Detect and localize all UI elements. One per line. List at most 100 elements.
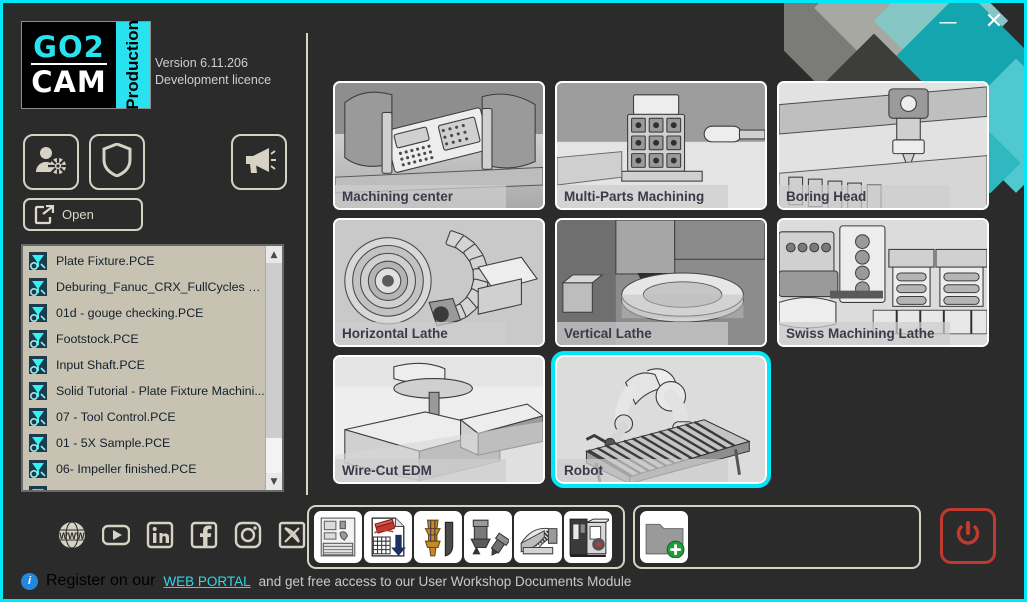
instagram-link[interactable] (234, 521, 262, 549)
version-info: Version 6.11.206 Development licence (155, 55, 271, 89)
shield-icon (102, 141, 132, 182)
machine-simulation-icon (569, 518, 609, 557)
footer-text-after: and get free access to our User Workshop… (258, 573, 632, 589)
exit-button[interactable] (940, 508, 996, 564)
file-list-item[interactable]: 06- Impeller finished.PCE (23, 456, 265, 482)
machine-tile-robot[interactable]: Robot (551, 351, 771, 488)
minimize-button[interactable]: — (930, 7, 966, 37)
tool-assembly-icon (470, 519, 509, 556)
logo-primary-text: GO2 (31, 30, 107, 65)
facebook-link[interactable] (190, 521, 218, 549)
file-list-item-label: Solid Tutorial - Plate Fixture Machini..… (56, 384, 265, 398)
file-list-item-label: 06- Impeller finished.PCE (56, 462, 197, 476)
file-list-item[interactable]: Plate Fixture.PCE (23, 248, 265, 274)
info-icon: i (21, 572, 38, 590)
linkedin-link[interactable] (146, 521, 174, 549)
x-logo-link[interactable] (278, 521, 306, 549)
machine-tile-label: Machining center (335, 185, 506, 208)
recent-files-scrollbar[interactable]: ▲ ▼ (265, 246, 282, 490)
licence-type: Development licence (155, 73, 272, 87)
footer-text-before: Register on our (46, 572, 156, 589)
file-list-item-label: 01 - 5X Sample.PCE (56, 436, 171, 450)
pce-file-icon (29, 460, 47, 479)
new-folder-icon (645, 523, 685, 558)
file-list-item[interactable]: 01 - 5X Sample.PCE (23, 430, 265, 456)
pce-file-icon (29, 278, 47, 297)
machine-tile-wire-cut-edm[interactable]: Wire-Cut EDM (333, 355, 545, 484)
machine-tile-label: Multi-Parts Machining (557, 185, 728, 208)
pce-file-icon (29, 382, 47, 401)
machine-cabinet-icon (320, 517, 356, 557)
close-button[interactable]: ✕ (976, 7, 1012, 37)
file-list-item[interactable] (23, 482, 265, 490)
open-folder-arrow-icon (34, 204, 54, 225)
linkedin-icon (146, 521, 174, 549)
file-list-item[interactable]: Solid Tutorial - Plate Fixture Machini..… (23, 378, 265, 404)
web-portal-link[interactable]: WEB PORTAL (163, 574, 250, 589)
file-list-item[interactable]: 01d - gouge checking.PCE (23, 300, 265, 326)
scroll-down-arrow[interactable]: ▼ (266, 473, 282, 490)
machine-tile-boring-head[interactable]: Boring Head (777, 81, 989, 210)
social-links-row: WWW (58, 521, 306, 549)
document-edit-button[interactable] (364, 511, 412, 563)
machine-tile-label: Robot (557, 459, 728, 482)
pce-file-icon (29, 408, 47, 427)
fixture-icon (520, 527, 559, 555)
pce-file-icon (29, 330, 47, 349)
machine-tile-multi-parts[interactable]: Multi-Parts Machining (555, 81, 767, 210)
file-list-item[interactable]: Deburing_Fanuc_CRX_FullCycles No ... (23, 274, 265, 300)
primary-toolbar (307, 505, 625, 569)
tool-assembly-button[interactable] (464, 511, 512, 563)
fixture-button[interactable] (514, 511, 562, 563)
file-list-item-label: 07 - Tool Control.PCE (56, 410, 176, 424)
pce-file-icon (29, 434, 47, 453)
file-list-item[interactable]: Input Shaft.PCE (23, 352, 265, 378)
recent-files-list[interactable]: Plate Fixture.PCE Deburing_Fanuc_CRX_Ful… (21, 244, 284, 492)
app-logo: GO2 CAM Production (21, 20, 151, 110)
machine-tile-label: Wire-Cut EDM (335, 459, 506, 482)
file-list-item-label: Plate Fixture.PCE (56, 254, 155, 268)
file-list-item-label: Deburing_Fanuc_CRX_FullCycles No ... (56, 280, 265, 294)
file-list-item-label: 01d - gouge checking.PCE (56, 306, 204, 320)
youtube-icon (101, 524, 131, 546)
pce-file-icon (29, 356, 47, 375)
file-list-item-label: Footstock.PCE (56, 332, 139, 346)
file-list-item[interactable]: 07 - Tool Control.PCE (23, 404, 265, 430)
news-button[interactable] (231, 134, 287, 190)
go2cam-start-window: — ✕ GO2 CAM Production Version 6.11.206 … (0, 0, 1027, 602)
youtube-link[interactable] (101, 521, 131, 549)
facebook-icon (190, 521, 218, 549)
scrollbar-thumb[interactable] (266, 263, 282, 438)
machine-tile-machining-center[interactable]: Machining center (333, 81, 545, 210)
new-folder-button[interactable] (640, 511, 688, 563)
pce-file-icon (29, 252, 47, 271)
machine-tile-label: Swiss Machining Lathe (779, 322, 950, 345)
version-number: Version 6.11.206 (155, 56, 248, 70)
open-button-label: Open (62, 207, 94, 222)
power-icon (953, 519, 983, 554)
machine-type-grid: Machining center Multi-Parts Machining B… (333, 81, 993, 493)
machine-tile-horizontal-lathe[interactable]: Horizontal Lathe (333, 218, 545, 347)
scroll-up-arrow[interactable]: ▲ (266, 246, 282, 263)
footer-bar: i Register on our WEB PORTAL and get fre… (3, 566, 1024, 596)
machine-tile-label: Horizontal Lathe (335, 322, 506, 345)
pce-file-icon (29, 304, 47, 323)
instagram-icon (234, 521, 262, 549)
machine-cabinet-button[interactable] (314, 511, 362, 563)
machine-tile-vertical-lathe[interactable]: Vertical Lathe (555, 218, 767, 347)
megaphone-icon (242, 145, 276, 180)
file-list-item[interactable]: Footstock.PCE (23, 326, 265, 352)
tool-holder-button[interactable] (414, 511, 462, 563)
open-button[interactable]: Open (23, 198, 143, 231)
scrollbar-track[interactable] (266, 263, 282, 473)
www-globe-link[interactable]: WWW (58, 521, 86, 549)
recent-files-items: Plate Fixture.PCE Deburing_Fanuc_CRX_Ful… (23, 246, 265, 490)
machine-tile-swiss-lathe[interactable]: Swiss Machining Lathe (777, 218, 989, 347)
machine-simulation-button[interactable] (564, 511, 612, 563)
pce-file-icon (29, 486, 47, 490)
logo-edition-banner: Production (116, 20, 150, 110)
logo-edition-text: Production (123, 20, 142, 110)
user-settings-button[interactable] (23, 134, 79, 190)
security-button[interactable] (89, 134, 145, 190)
logo-wordmark: GO2 CAM (22, 22, 116, 108)
